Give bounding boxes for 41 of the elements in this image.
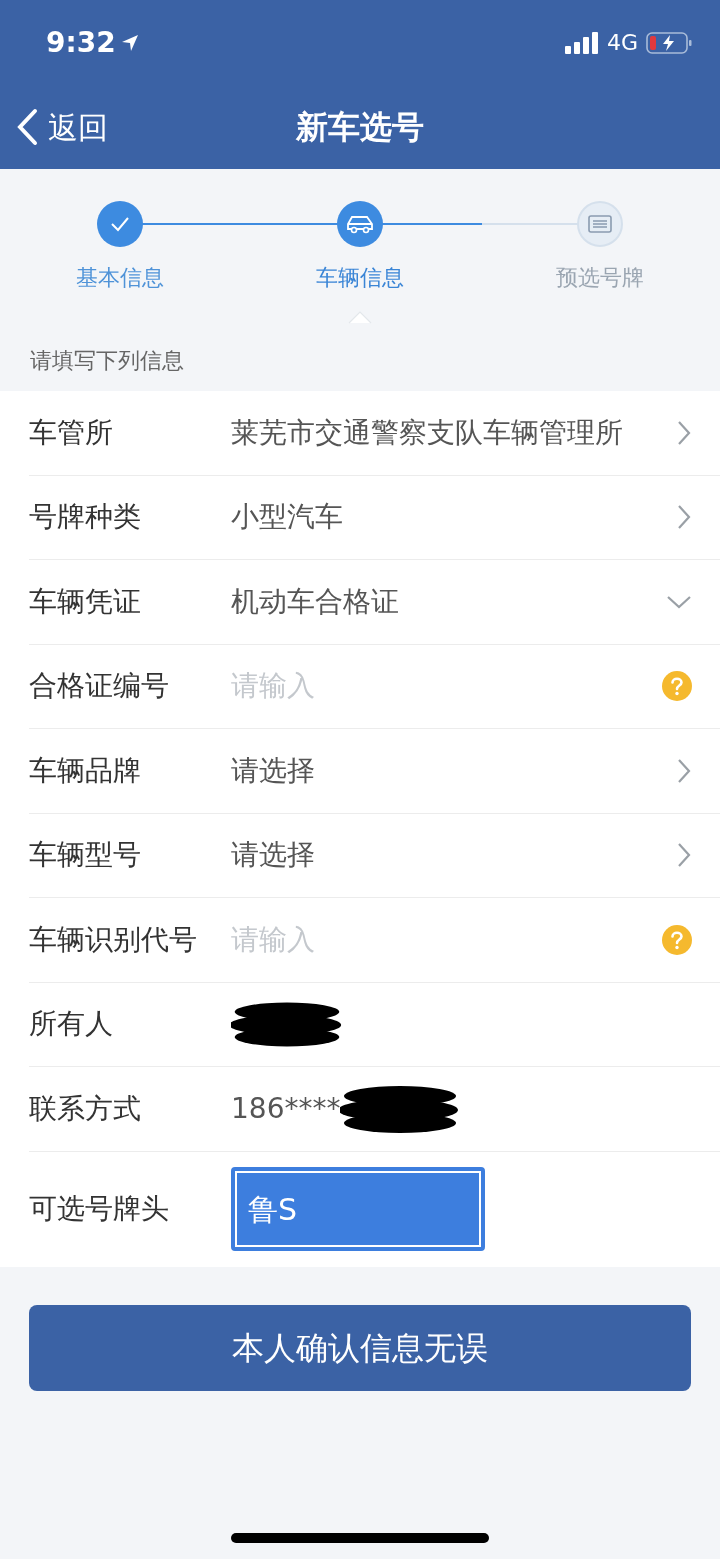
input-field[interactable]: 请输入 xyxy=(231,918,662,961)
field-value: 机动车合格证 xyxy=(231,583,400,620)
field-value: 小型汽车 xyxy=(231,499,344,536)
field-value: 莱芜市交通警察支队车辆管理所 xyxy=(231,414,624,451)
step-label: 预选号牌 xyxy=(556,264,644,292)
input-field[interactable]: 请输入 xyxy=(231,665,662,708)
field-label: 车辆识别代号 xyxy=(29,921,198,958)
network-label: 4G xyxy=(606,29,638,57)
chevron-right-icon xyxy=(676,504,692,531)
confirm-button[interactable]: 本人确认信息无误 xyxy=(29,1304,691,1391)
plate-prefix-option[interactable]: 鲁S xyxy=(231,1167,485,1251)
check-icon xyxy=(97,201,143,247)
battery-icon xyxy=(646,31,692,54)
pointer-caret-icon xyxy=(348,310,372,324)
section-label: 请填写下列信息 xyxy=(30,346,184,375)
chevron-right-icon xyxy=(676,757,692,784)
chevron-right-icon xyxy=(676,842,692,869)
back-button[interactable]: 返回 xyxy=(16,104,108,150)
field-label: 车辆品牌 xyxy=(29,752,142,789)
field-label: 车辆型号 xyxy=(29,837,142,874)
car-icon xyxy=(337,201,383,247)
step-label: 基本信息 xyxy=(76,264,164,292)
field-label: 所有人 xyxy=(29,1006,114,1043)
field-label: 可选号牌头 xyxy=(29,1191,170,1227)
field-value: 186**** xyxy=(231,1090,341,1127)
status-time: 9:32 xyxy=(46,24,116,61)
field-label: 车辆凭证 xyxy=(29,583,142,620)
chevron-down-icon xyxy=(666,593,692,610)
field-label: 号牌种类 xyxy=(29,499,142,536)
chevron-right-icon xyxy=(676,419,692,446)
field-label: 联系方式 xyxy=(29,1090,142,1127)
help-icon[interactable] xyxy=(662,924,692,955)
help-icon[interactable] xyxy=(662,671,692,702)
page-title: 新车选号 xyxy=(296,107,424,148)
field-value: 请选择 xyxy=(231,837,316,874)
field-label: 车管所 xyxy=(29,414,114,451)
step-label: 车辆信息 xyxy=(316,264,404,292)
signal-icon xyxy=(564,31,599,54)
field-value: 请选择 xyxy=(231,752,316,789)
back-chevron-icon xyxy=(16,108,38,146)
field-label: 合格证编号 xyxy=(29,668,170,705)
